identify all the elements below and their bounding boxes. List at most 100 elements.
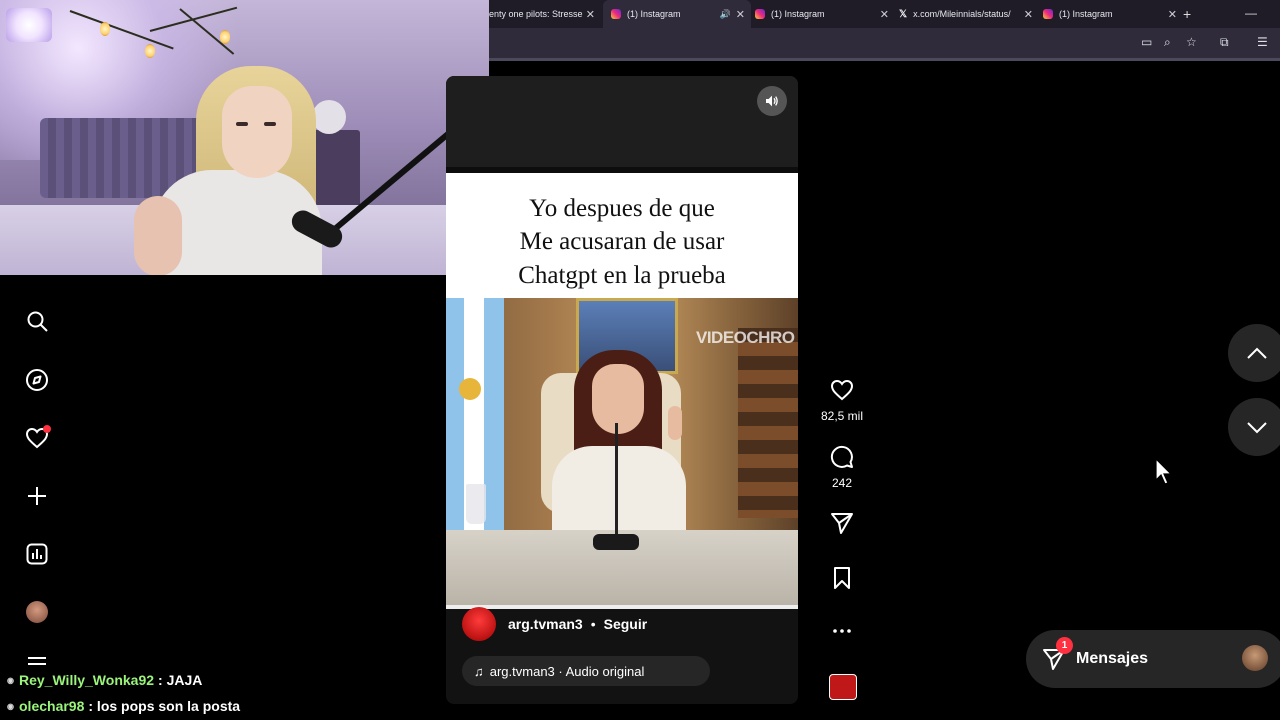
webcam-overlay — [0, 0, 489, 275]
like-count: 82,5 mil — [820, 409, 864, 423]
audio-pill[interactable]: ♫ arg.tvman3 · Audio original — [462, 656, 710, 686]
more-options-button[interactable] — [828, 617, 856, 645]
heart-icon — [830, 379, 854, 401]
tab-instagram-3[interactable]: (1) Instagram ✕ — [1035, 0, 1183, 28]
profile-avatar[interactable] — [26, 601, 48, 623]
minimize-icon[interactable]: — — [1245, 6, 1257, 20]
chat-text: : los pops son la posta — [88, 698, 241, 714]
follow-button[interactable]: Seguir — [604, 616, 648, 632]
bookshelf — [738, 328, 798, 518]
compass-icon — [26, 369, 48, 391]
explore-nav-button[interactable] — [25, 368, 49, 392]
next-reel-button[interactable] — [1228, 398, 1280, 456]
notification-dot — [43, 425, 51, 433]
close-icon[interactable]: ✕ — [1024, 8, 1033, 21]
browser-tab-bar: enty one pilots: Stresse ✕ (1) Instagram… — [489, 0, 1280, 28]
comment-count: 242 — [831, 476, 853, 490]
bookmark-star-icon[interactable]: ☆ — [1186, 35, 1197, 49]
speaker-icon — [766, 95, 778, 107]
author-name[interactable]: arg.tvman3 — [508, 616, 583, 632]
water-glass — [466, 484, 486, 524]
audio-label: arg.tvman3 · Audio original — [489, 663, 645, 679]
streamer-face — [222, 86, 292, 178]
microphone-base — [593, 534, 639, 550]
caption-line: Yo despues de que — [529, 195, 715, 222]
search-icon — [27, 311, 48, 332]
streamer-eye — [264, 122, 276, 126]
chevron-up-icon — [1247, 347, 1267, 359]
messenger-icon-wrap: 1 — [1042, 637, 1073, 671]
instagram-icon — [755, 9, 765, 19]
plus-icon — [28, 487, 46, 505]
reel-video-frame[interactable]: VIDEOCHRO — [446, 298, 798, 605]
tab-title: x.com/Mileinnials/status/ — [913, 9, 1011, 19]
search-nav-button[interactable] — [25, 309, 49, 333]
string-light — [100, 22, 110, 36]
raised-hand — [668, 406, 682, 440]
speaker-icon[interactable]: 🔊 — [720, 9, 731, 20]
close-icon[interactable]: ✕ — [880, 8, 889, 21]
audio-cover-thumbnail[interactable] — [829, 674, 857, 700]
save-button[interactable] — [828, 564, 856, 592]
desk-microphone — [615, 423, 618, 543]
flag-sun — [459, 378, 481, 400]
close-icon[interactable]: ✕ — [736, 8, 745, 21]
video-watermark: VIDEOCHRO — [696, 328, 795, 347]
tab-title: enty one pilots: Stresse — [489, 9, 583, 19]
zoom-icon[interactable]: ⌕ — [1164, 35, 1171, 50]
previous-reel-button[interactable] — [1228, 324, 1280, 382]
messages-badge: 1 — [1056, 637, 1073, 654]
send-icon — [831, 513, 853, 534]
caption-line: Me acusaran de usar — [519, 228, 725, 255]
close-icon[interactable]: ✕ — [586, 8, 595, 21]
cast-icon[interactable]: ▭ — [1141, 35, 1152, 49]
chat-message: ◉ olechar98 : los pops son la posta — [6, 698, 240, 714]
tab-instagram-2[interactable]: (1) Instagram ✕ — [747, 0, 895, 28]
more-nav-button[interactable] — [25, 656, 49, 670]
x-icon: 𝕏 — [899, 8, 908, 20]
streamer-arm — [134, 196, 182, 275]
like-button[interactable] — [828, 376, 856, 404]
lamp — [6, 8, 52, 42]
tab-instagram-active[interactable]: (1) Instagram 🔊 ✕ — [603, 0, 751, 28]
extensions-icon[interactable]: ⧉ — [1220, 35, 1229, 50]
chat-username: Rey_Willy_Wonka92 — [19, 672, 155, 688]
music-note-icon: ♫ — [474, 663, 484, 679]
caption-line: Chatgpt en la prueba — [518, 262, 726, 289]
dashboard-nav-button[interactable] — [25, 542, 49, 566]
chat-badge-icon: ◉ — [7, 675, 14, 685]
messages-button[interactable]: 1 Mensajes — [1026, 630, 1280, 688]
dashboard-icon — [26, 543, 48, 565]
reel-caption-box: Yo despues de que Me acusaran de usar Ch… — [446, 173, 798, 298]
comment-icon — [830, 445, 853, 468]
tab-x[interactable]: 𝕏 x.com/Mileinnials/status/ ✕ — [891, 0, 1039, 28]
message-contact-avatar — [1242, 645, 1268, 671]
chevron-down-icon — [1247, 422, 1267, 434]
plant-pot — [312, 100, 346, 134]
comment-button[interactable] — [828, 443, 856, 471]
sound-toggle-button[interactable] — [757, 86, 787, 116]
menu-icon[interactable]: ☰ — [1257, 35, 1268, 49]
create-nav-button[interactable] — [25, 484, 49, 508]
reel-player[interactable]: Yo despues de que Me acusaran de usar Ch… — [446, 76, 798, 704]
address-bar: ▭ ⌕ ☆ ⧉ ☰ — [489, 28, 1280, 58]
mouse-cursor-icon — [1155, 458, 1173, 485]
chrome-divider — [489, 58, 1280, 61]
string-light — [145, 44, 155, 58]
instagram-icon — [611, 9, 621, 19]
author-avatar[interactable] — [462, 607, 496, 641]
chat-badge-icon: ◉ — [7, 701, 14, 711]
tab-twitch[interactable]: enty one pilots: Stresse ✕ — [489, 0, 601, 28]
chat-text: : JAJA — [158, 672, 203, 688]
new-tab-icon[interactable]: + — [1183, 6, 1191, 22]
notifications-nav-button[interactable] — [25, 425, 51, 450]
chat-message: ◉ Rey_Willy_Wonka92 : JAJA — [6, 672, 202, 688]
string-light — [220, 30, 230, 44]
reel-top-area — [446, 76, 798, 171]
bookmark-icon — [834, 567, 850, 589]
chat-username: olechar98 — [19, 698, 85, 714]
streamer-eye — [236, 122, 248, 126]
reel-author-row: arg.tvman3 • Seguir — [462, 606, 647, 642]
share-button[interactable] — [828, 509, 856, 537]
close-icon[interactable]: ✕ — [1168, 8, 1177, 21]
